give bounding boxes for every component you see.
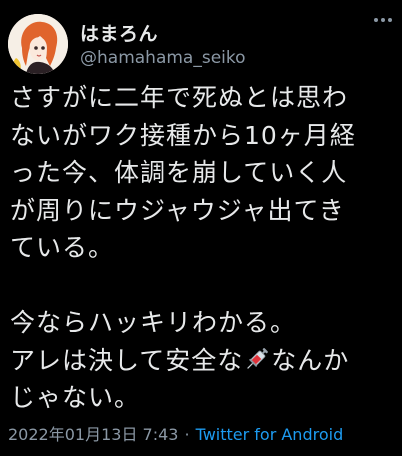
more-options-icon[interactable]: [372, 14, 394, 26]
tweet-line-part: なんか: [271, 345, 350, 375]
timestamp[interactable]: 2022年01月13日 7:43: [8, 425, 178, 444]
tweet-line: ている。: [10, 233, 115, 262]
avatar[interactable]: [8, 14, 68, 74]
avatar-illustration: [8, 14, 68, 74]
display-name[interactable]: はまろん: [80, 19, 158, 46]
meta-separator: ·: [184, 425, 190, 444]
tweet-line: った今、体調を崩していく人: [10, 158, 348, 187]
tweet-text: さすがに二年で死ぬとは思わ ないがワク接種から10ヶ月経 った今、体調を崩してい…: [10, 79, 398, 417]
syringe-icon: [247, 347, 269, 369]
tweet-line-with-emoji: アレは決して安全な なんか: [10, 342, 398, 380]
tweet-line: が周りにウジャウジャ出てき: [10, 195, 345, 225]
source-link[interactable]: Twitter for Android: [196, 425, 344, 444]
user-handle[interactable]: @hamahama_seiko: [80, 48, 246, 68]
tweet-line: さすがに二年で死ぬとは思わ: [10, 83, 349, 112]
tweet-card: はまろん @hamahama_seiko さすがに二年で死ぬとは思わ ないがワク…: [0, 0, 402, 456]
tweet-meta: 2022年01月13日 7:43 · Twitter for Android: [8, 421, 343, 445]
tweet-line: 今ならハッキリわかる。: [10, 308, 297, 337]
tweet-line-part: アレは決して安全な: [10, 345, 244, 375]
tweet-line: じゃない。: [10, 383, 141, 412]
tweet-line: ないがワク接種から10ヶ月経: [10, 120, 356, 150]
